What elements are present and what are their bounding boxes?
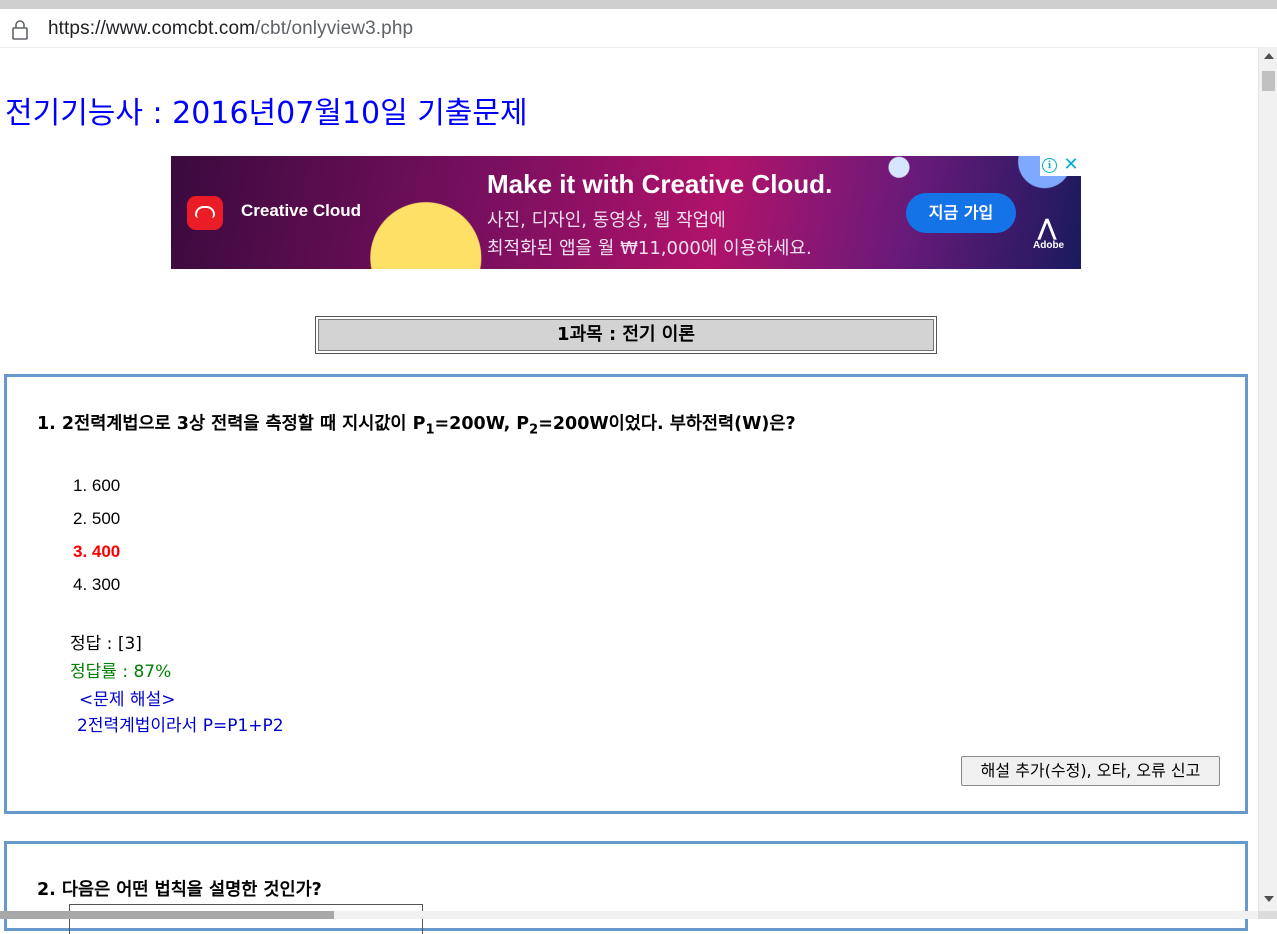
ad-info-icon[interactable]: i [1042,158,1057,173]
url-path: /cbt/onlyview3.php [255,18,414,39]
scroll-up-arrow-icon[interactable] [1264,53,1274,59]
vertical-scrollbar[interactable] [1258,47,1277,911]
ad-close-icon[interactable]: ✕ [1062,156,1080,175]
question-figure-box [69,904,423,934]
horizontal-scrollbar[interactable] [0,911,1258,919]
ad-banner[interactable]: Creative Cloud Make it with Creative Clo… [171,156,1081,269]
url-host: https://www.comcbt.com [48,18,256,39]
question-title: 2. 다음은 어떤 법칙을 설명한 것인가? [37,880,322,900]
adobe-logo: ⋀ Adobe [1033,215,1065,252]
option-2[interactable]: 2. 500 [73,509,120,529]
lock-icon [12,20,28,40]
explanation-text: 2전력계법이라서 P=P1+P2 [77,716,284,736]
report-error-button[interactable]: 해설 추가(수정), 오타, 오류 신고 [961,756,1220,786]
subject-label: 1과목 : 전기 이론 [318,319,934,351]
ad-subtext-line1: 사진, 디자인, 동영상, 웹 작업에 [487,210,726,231]
page-title: 전기기능사 : 2016년07월10일 기출문제 [5,96,528,131]
scrollbar-corner [1258,911,1277,919]
adobe-label: Adobe [1033,240,1065,251]
address-bar[interactable]: https://www.comcbt.com/cbt/onlyview3.php [0,9,1277,48]
scroll-down-arrow-icon[interactable] [1264,896,1274,902]
answer-text: 정답 : [3] [70,634,142,654]
ad-brand: Creative Cloud [241,201,361,220]
browser-top-strip [0,0,1277,9]
option-3-correct[interactable]: 3. 400 [73,542,120,562]
horizontal-scroll-thumb[interactable] [0,911,334,919]
subject-header: 1과목 : 전기 이론 [315,316,937,354]
option-4[interactable]: 4. 300 [73,575,120,595]
question-card: 1. 2전력계법으로 3상 전력을 측정할 때 지시값이 P1=200W, P2… [4,374,1248,814]
explanation-header: <문제 해설> [79,690,176,710]
ad-signup-button[interactable]: 지금 가입 [906,193,1016,233]
ad-choices: i ✕ [1040,156,1081,176]
ad-subtext-line2: 최적화된 앱을 월 ₩11,000에 이용하세요. [487,238,812,259]
creative-cloud-logo-icon [187,196,223,230]
adobe-icon: ⋀ [1037,215,1057,240]
option-1[interactable]: 1. 600 [73,476,120,496]
correct-rate: 정답률 : 87% [70,662,172,682]
url-text[interactable]: https://www.comcbt.com/cbt/onlyview3.php [48,18,413,40]
ad-headline: Make it with Creative Cloud. [487,169,833,199]
question-title: 1. 2전력계법으로 3상 전력을 측정할 때 지시값이 P1=200W, P2… [37,414,796,438]
scroll-thumb[interactable] [1262,71,1275,91]
